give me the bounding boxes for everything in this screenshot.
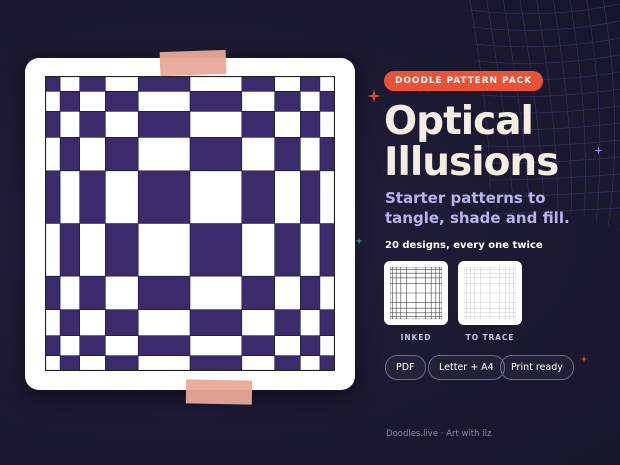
thumbnail-to-trace: [458, 261, 522, 325]
checker-tile: [59, 355, 81, 371]
checker-tile: [274, 223, 301, 277]
thumbnail-inked: [384, 261, 448, 325]
checker-tile: [137, 110, 191, 138]
checker-tile: [241, 170, 275, 224]
sparkle-icon: [594, 140, 603, 159]
checker-tile: [274, 91, 301, 112]
checker-tile: [59, 309, 81, 337]
checker-tile: [300, 76, 321, 92]
checker-tile: [79, 275, 106, 310]
title-line-2: Illusions: [384, 140, 559, 185]
checker-tile: [59, 91, 81, 112]
checker-tile: [189, 223, 243, 277]
checker-tile: [300, 110, 321, 138]
chip-print-ready: Print ready: [500, 355, 574, 380]
checker-tile: [45, 275, 61, 310]
checker-tile: [59, 136, 81, 172]
checker-tile: [189, 136, 243, 172]
checker-tile: [241, 110, 275, 138]
checker-tile: [79, 110, 106, 138]
checker-tile: [274, 136, 301, 172]
checker-tile: [319, 91, 335, 112]
sparkle-icon: [367, 88, 381, 107]
title-line-1: Optical: [384, 99, 534, 144]
sparkle-icon: [580, 348, 588, 367]
checker-tile: [241, 76, 275, 92]
checker-tile: [104, 91, 139, 112]
checker-tile: [137, 170, 191, 224]
thumbnail-label-inked: INKED: [400, 333, 432, 342]
checker-tile: [79, 170, 106, 224]
checker-tile: [189, 309, 243, 337]
checker-tile: [300, 170, 321, 224]
checker-tile: [45, 110, 61, 138]
checker-tile: [189, 91, 243, 112]
sparkle-icon: [355, 230, 363, 249]
checker-tile: [319, 355, 335, 371]
checker-tile: [137, 335, 191, 357]
category-badge: DOODLE PATTERN PACK: [384, 71, 543, 91]
checker-tile: [104, 136, 139, 172]
checker-tile: [300, 335, 321, 357]
checker-tile: [79, 335, 106, 357]
checker-tile: [319, 136, 335, 172]
checker-tile: [189, 355, 243, 371]
checker-tile: [319, 309, 335, 337]
washi-tape-top: [159, 49, 227, 77]
checker-tile: [300, 275, 321, 310]
checker-tile: [137, 76, 191, 92]
design-count: 20 designs, every one twice: [385, 240, 543, 251]
washi-tape-bottom: [185, 379, 253, 405]
checker-tile: [274, 355, 301, 371]
checker-tile: [274, 309, 301, 337]
subtitle: Starter patterns to tangle, shade and fi…: [385, 189, 570, 227]
checker-tile: [45, 335, 61, 357]
footer-credit: Doodles.live · Art with ilz: [386, 429, 492, 439]
checker-tile: [241, 275, 275, 310]
checker-tile: [319, 223, 335, 277]
checkerboard-illusion-pattern: [45, 76, 335, 371]
promo-banner: DOODLE PATTERN PACK Optical Illusions St…: [0, 0, 620, 465]
inked-grid-preview: [390, 267, 442, 319]
trace-grid-preview: [464, 267, 516, 319]
checker-tile: [45, 170, 61, 224]
checker-tile: [137, 275, 191, 310]
checker-tile: [104, 223, 139, 277]
chip-paper-size: Letter + A4: [428, 355, 505, 380]
checker-tile: [45, 76, 61, 92]
checker-tile: [104, 309, 139, 337]
checker-tile: [241, 335, 275, 357]
chip-pdf: PDF: [385, 355, 426, 380]
thumbnail-label-trace: TO TRACE: [465, 333, 515, 342]
pattern-preview-card: [25, 58, 355, 390]
checker-tile: [59, 223, 81, 277]
checker-tile: [79, 76, 106, 92]
checker-tile: [104, 355, 139, 371]
